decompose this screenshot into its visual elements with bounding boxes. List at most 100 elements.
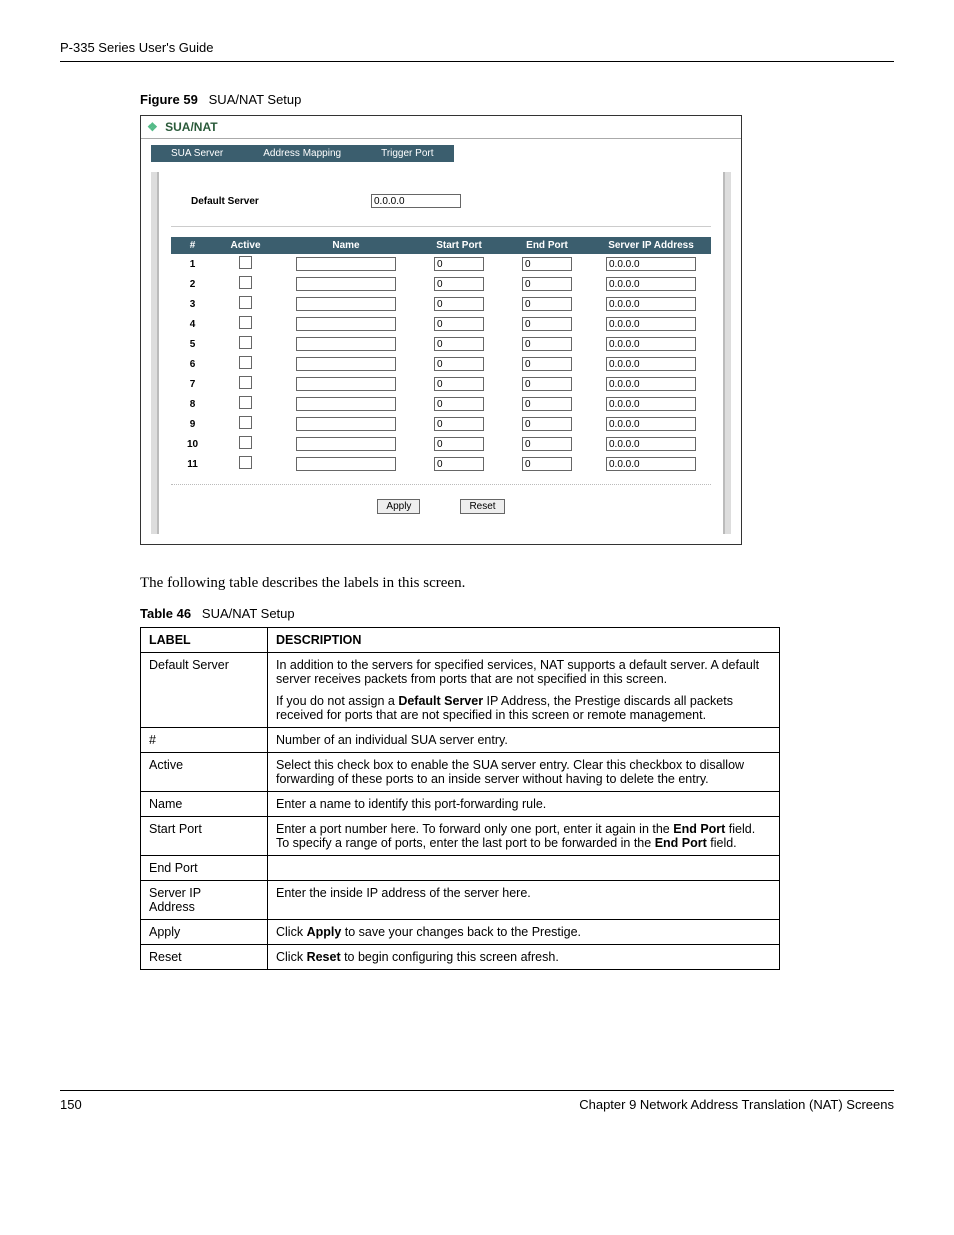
desc-p2: If you do not assign a Default Server IP… — [276, 694, 771, 722]
name-input[interactable] — [296, 377, 396, 391]
server-ip-input[interactable] — [606, 417, 696, 431]
end-port-input[interactable] — [522, 257, 572, 271]
active-checkbox[interactable] — [239, 316, 252, 329]
button-row: Apply Reset — [171, 484, 711, 524]
table-row: 1 — [171, 254, 711, 274]
col-active: Active — [214, 237, 277, 254]
bold: Reset — [307, 950, 341, 964]
start-port-input[interactable] — [434, 457, 484, 471]
active-checkbox[interactable] — [239, 256, 252, 269]
name-input[interactable] — [296, 317, 396, 331]
server-ip-input[interactable] — [606, 377, 696, 391]
active-checkbox[interactable] — [239, 456, 252, 469]
apply-button[interactable]: Apply — [377, 499, 420, 514]
table-row: 2 — [171, 274, 711, 294]
name-input[interactable] — [296, 277, 396, 291]
server-ip-input[interactable] — [606, 297, 696, 311]
server-ip-input[interactable] — [606, 277, 696, 291]
row-ip — [591, 454, 711, 474]
end-port-input[interactable] — [522, 417, 572, 431]
active-checkbox[interactable] — [239, 396, 252, 409]
end-port-input[interactable] — [522, 397, 572, 411]
row-name — [277, 454, 415, 474]
start-port-input[interactable] — [434, 337, 484, 351]
row-active — [214, 254, 277, 274]
server-ip-input[interactable] — [606, 397, 696, 411]
end-port-input[interactable] — [522, 337, 572, 351]
end-port-input[interactable] — [522, 297, 572, 311]
start-port-input[interactable] — [434, 257, 484, 271]
cell-desc: Enter the inside IP address of the serve… — [268, 881, 780, 920]
default-server-input[interactable] — [371, 194, 461, 208]
server-ip-input[interactable] — [606, 457, 696, 471]
name-input[interactable] — [296, 357, 396, 371]
cell-desc: Number of an individual SUA server entry… — [268, 728, 780, 753]
name-input[interactable] — [296, 257, 396, 271]
row-active — [214, 274, 277, 294]
end-port-input[interactable] — [522, 377, 572, 391]
row-ip — [591, 414, 711, 434]
active-checkbox[interactable] — [239, 336, 252, 349]
row-num: 6 — [171, 354, 214, 374]
server-ip-input[interactable] — [606, 357, 696, 371]
row-start — [415, 374, 503, 394]
active-checkbox[interactable] — [239, 296, 252, 309]
active-checkbox[interactable] — [239, 376, 252, 389]
page-header: P-335 Series User's Guide — [60, 40, 894, 62]
row-num: 9 — [171, 414, 214, 434]
row-active — [214, 414, 277, 434]
row-apply: Apply Click Apply to save your changes b… — [141, 920, 780, 945]
row-ip — [591, 254, 711, 274]
start-port-input[interactable] — [434, 317, 484, 331]
start-port-input[interactable] — [434, 437, 484, 451]
start-port-input[interactable] — [434, 397, 484, 411]
tab-address-mapping[interactable]: Address Mapping — [243, 145, 361, 162]
tab-sua-server[interactable]: SUA Server — [151, 145, 243, 162]
name-input[interactable] — [296, 337, 396, 351]
cell-label: Server IP Address — [141, 881, 268, 920]
active-checkbox[interactable] — [239, 356, 252, 369]
active-checkbox[interactable] — [239, 436, 252, 449]
end-port-input[interactable] — [522, 457, 572, 471]
start-port-input[interactable] — [434, 417, 484, 431]
end-port-input[interactable] — [522, 277, 572, 291]
active-checkbox[interactable] — [239, 416, 252, 429]
end-port-input[interactable] — [522, 317, 572, 331]
sua-table: # Active Name Start Port End Port Server… — [171, 237, 711, 474]
end-port-input[interactable] — [522, 437, 572, 451]
figure-title: SUA/NAT Setup — [209, 92, 302, 107]
row-name — [277, 394, 415, 414]
row-num: 11 — [171, 454, 214, 474]
row-num: 5 — [171, 334, 214, 354]
name-input[interactable] — [296, 417, 396, 431]
start-port-input[interactable] — [434, 297, 484, 311]
end-port-input[interactable] — [522, 357, 572, 371]
server-ip-input[interactable] — [606, 257, 696, 271]
server-ip-input[interactable] — [606, 337, 696, 351]
server-ip-input[interactable] — [606, 437, 696, 451]
row-active — [214, 454, 277, 474]
row-name — [277, 414, 415, 434]
start-port-input[interactable] — [434, 357, 484, 371]
row-ip — [591, 374, 711, 394]
row-active: Active Select this check box to enable t… — [141, 753, 780, 792]
row-start — [415, 314, 503, 334]
name-input[interactable] — [296, 457, 396, 471]
col-name: Name — [277, 237, 415, 254]
name-input[interactable] — [296, 437, 396, 451]
th-label: LABEL — [141, 628, 268, 653]
screenshot-body: Default Server # Active Name Start Port … — [151, 172, 731, 534]
table-row: 11 — [171, 454, 711, 474]
start-port-input[interactable] — [434, 277, 484, 291]
active-checkbox[interactable] — [239, 276, 252, 289]
name-input[interactable] — [296, 297, 396, 311]
default-server-row: Default Server — [171, 182, 711, 227]
row-name — [277, 334, 415, 354]
txt: Click — [276, 925, 307, 939]
name-input[interactable] — [296, 397, 396, 411]
start-port-input[interactable] — [434, 377, 484, 391]
reset-button[interactable]: Reset — [460, 499, 504, 514]
server-ip-input[interactable] — [606, 317, 696, 331]
tab-trigger-port[interactable]: Trigger Port — [361, 145, 453, 162]
row-start — [415, 434, 503, 454]
